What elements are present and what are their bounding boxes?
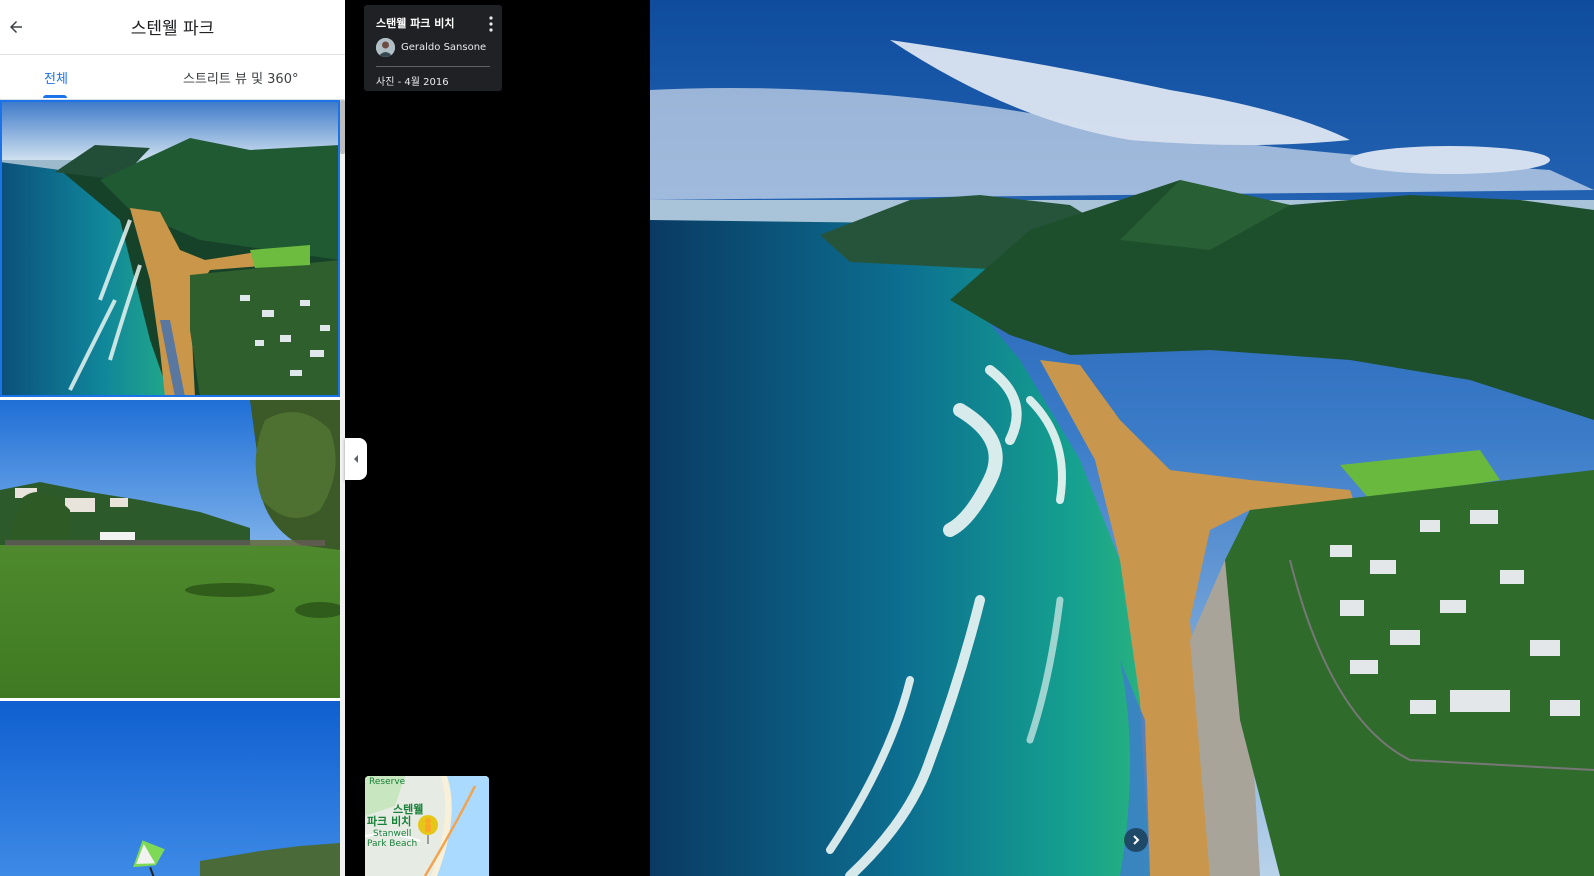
card-divider bbox=[376, 66, 490, 67]
photos-side-panel: 스텐웰 파크 전체 스트리트 뷰 및 360° bbox=[0, 0, 345, 876]
map-label-place-ko-2: 파크 비치 bbox=[367, 815, 412, 828]
photo-category-tabs: 전체 스트리트 뷰 및 360° bbox=[0, 55, 345, 100]
map-label-reserve: Reserve bbox=[369, 777, 406, 787]
photo-place-title[interactable]: 스탠웰 파크 비치 bbox=[376, 15, 455, 31]
panel-header: 스텐웰 파크 bbox=[0, 0, 345, 55]
photo-thumbnail-park-field[interactable] bbox=[0, 400, 340, 698]
photo-date: 사진 - 4월 2016 bbox=[376, 77, 449, 88]
main-photo-viewer[interactable] bbox=[650, 0, 1594, 876]
collapse-panel-button[interactable] bbox=[345, 438, 367, 480]
place-title: 스텐웰 파크 bbox=[130, 19, 215, 39]
map-label-place-en-2: Park Beach bbox=[367, 839, 418, 849]
chevron-left-icon bbox=[354, 455, 358, 463]
scrollbar-thumb[interactable] bbox=[340, 100, 345, 154]
author-avatar[interactable] bbox=[376, 38, 395, 57]
next-photo-button[interactable] bbox=[1124, 828, 1148, 852]
active-tab-indicator bbox=[43, 95, 67, 98]
map-label-place-en-1: Stanwell bbox=[373, 829, 412, 839]
chevron-right-icon bbox=[1133, 835, 1140, 845]
pegman-pin-icon bbox=[418, 815, 438, 844]
tab-all[interactable]: 전체 bbox=[44, 68, 68, 87]
photo-info-card: 스탠웰 파크 비치 Geraldo Sansone 사진 - 4월 2016 bbox=[364, 5, 502, 91]
thumbnail-scrollbar[interactable] bbox=[340, 100, 345, 876]
mini-map[interactable]: Reserve 스텐웰 파크 비치 Stanwell Park Beach bbox=[365, 776, 489, 876]
photo-thumbnail-hang-glider[interactable] bbox=[0, 701, 340, 876]
photo-thumbnail-list bbox=[0, 100, 340, 876]
author-row[interactable]: Geraldo Sansone bbox=[376, 38, 486, 57]
more-options-button[interactable] bbox=[484, 14, 498, 34]
tab-street-view-360[interactable]: 스트리트 뷰 및 360° bbox=[183, 68, 298, 87]
more-vert-icon bbox=[489, 16, 493, 32]
author-name[interactable]: Geraldo Sansone bbox=[401, 42, 486, 53]
photo-thumbnail-aerial-coast[interactable] bbox=[0, 100, 340, 397]
